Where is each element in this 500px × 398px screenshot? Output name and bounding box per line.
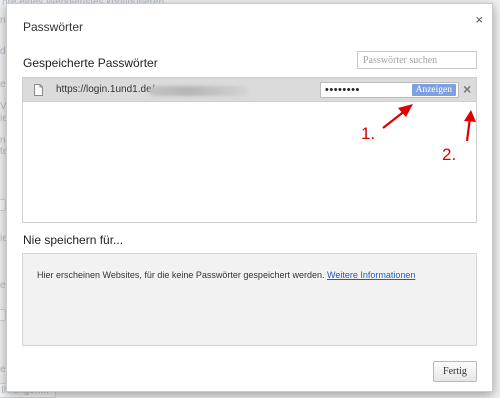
more-info-link[interactable]: Weitere Informationen (327, 270, 415, 280)
background-fragment: d (0, 46, 6, 57)
background-fragment: n (0, 135, 6, 146)
page-icon (34, 84, 43, 96)
saved-passwords-heading: Gespeicherte Passwörter (23, 56, 158, 70)
password-search-input[interactable] (357, 51, 477, 69)
background-fragment: e (0, 79, 6, 90)
done-button[interactable]: Fertig (433, 361, 477, 382)
never-saved-empty-text: Hier erscheinen Websites, für die keine … (37, 270, 415, 280)
saved-passwords-list: https://login.1und1.de/ •••••••• Anzeige… (22, 77, 477, 223)
annotation-label-2: 2. (442, 145, 457, 164)
dialog-title: Passwörter (23, 20, 84, 34)
passwords-dialog: Passwörter × Gespeicherte Passwörter htt… (6, 3, 493, 392)
show-password-button[interactable]: Anzeigen (411, 84, 456, 96)
delete-icon[interactable]: × (463, 82, 471, 96)
site-url: https://login.1und1.de/ (56, 84, 155, 95)
password-row[interactable]: https://login.1und1.de/ •••••••• Anzeige… (23, 78, 476, 102)
password-field[interactable]: •••••••• Anzeigen (320, 82, 459, 98)
blurred-username (149, 86, 249, 96)
never-save-heading: Nie speichern für... (23, 233, 124, 247)
password-mask: •••••••• (325, 84, 360, 96)
annotation-label-1: 1. (361, 124, 376, 143)
close-icon[interactable]: × (475, 13, 483, 26)
never-saved-list: Hier erscheinen Websites, für die keine … (22, 253, 477, 346)
never-saved-message: Hier erscheinen Websites, für die keine … (37, 270, 325, 280)
